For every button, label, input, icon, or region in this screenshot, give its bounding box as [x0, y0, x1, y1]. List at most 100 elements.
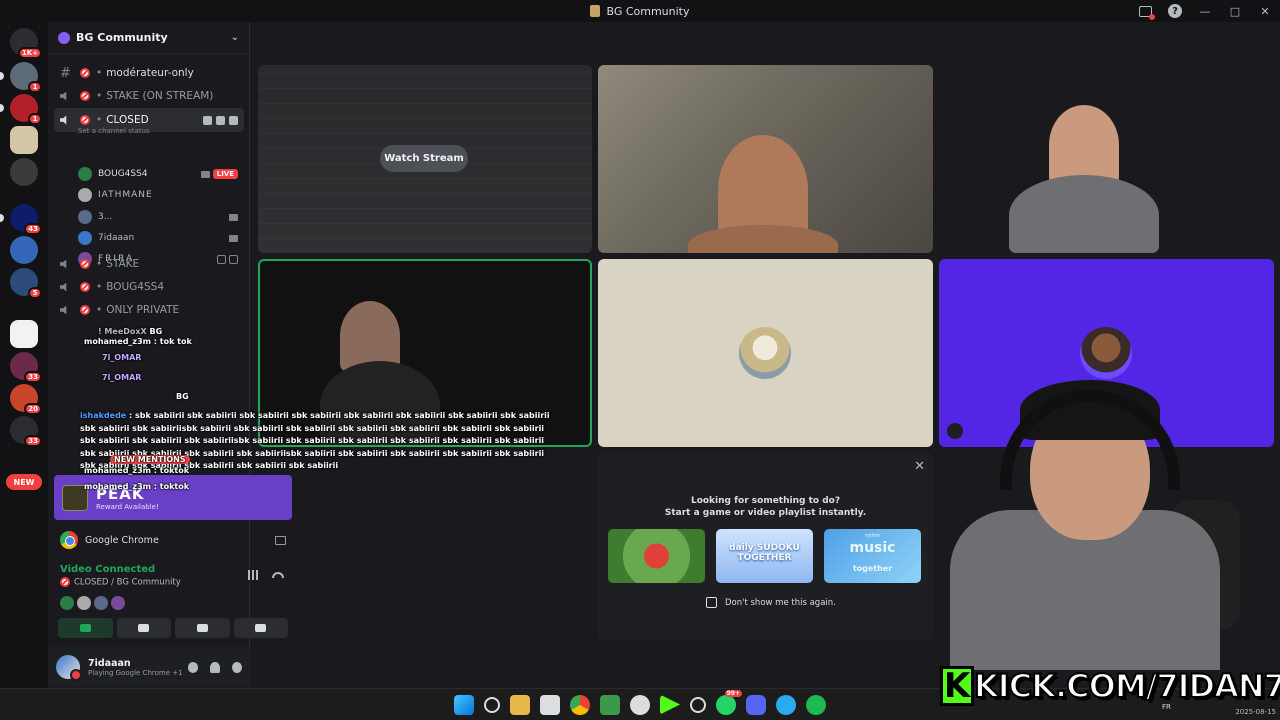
voice-user[interactable]: 7idaaan [78, 228, 244, 248]
store-icon[interactable] [540, 694, 560, 715]
activity-card-game[interactable] [608, 529, 705, 583]
minimize-button[interactable]: — [1190, 0, 1220, 22]
watch-stream-button[interactable]: Watch Stream [380, 145, 468, 172]
participant-video [340, 301, 400, 371]
voice-channel-icon [60, 91, 76, 101]
file-explorer-icon[interactable] [510, 694, 530, 715]
chrome-taskbar-icon[interactable] [570, 694, 590, 715]
activity-row[interactable]: Google Chrome [54, 527, 292, 553]
kick-taskbar-icon[interactable] [660, 694, 680, 715]
avatar [60, 596, 74, 610]
server-12[interactable]: 33 [10, 416, 42, 447]
app-icon[interactable] [600, 694, 620, 715]
search-icon[interactable] [484, 696, 500, 713]
dont-show-checkbox[interactable]: Don't show me this again. [706, 597, 836, 608]
screen-share-icon[interactable] [275, 535, 286, 545]
server-1[interactable]: 1 [0, 62, 42, 93]
chat-message: 7l_OMAR [102, 373, 141, 382]
clock-date[interactable]: 2025-08-15 [1235, 707, 1276, 717]
video-tile[interactable] [598, 65, 933, 253]
dot-separator: • [96, 304, 103, 316]
new-unreads-badge[interactable]: NEW [6, 474, 42, 490]
new-mentions-pill[interactable]: NEW MENTIONS [110, 455, 190, 464]
disconnect-icon[interactable] [272, 572, 284, 578]
gear-icon[interactable] [229, 115, 238, 125]
chat-message: mohamed_z3m : tok tok [84, 337, 192, 346]
avatar [739, 327, 791, 379]
video-tile[interactable] [939, 65, 1274, 253]
close-button[interactable]: ✕ [1250, 0, 1280, 22]
share-screen-button[interactable] [116, 618, 171, 638]
channel-name: STAKE [106, 258, 140, 270]
avatar [111, 596, 125, 610]
soundboard-button[interactable] [233, 618, 288, 638]
voice-controls [248, 570, 284, 580]
guild-header[interactable]: BG Community ⌄ [48, 22, 249, 54]
channel-stake-on-stream[interactable]: • STAKE (ON STREAM) [54, 86, 244, 106]
chat-user: ishakdede [80, 411, 127, 420]
whatsapp-icon[interactable]: 99+ [716, 689, 742, 715]
channel-moderateur[interactable]: # • modérateur-only [54, 63, 244, 83]
user-name: 3... [98, 212, 113, 222]
server-badge: 33 [24, 371, 42, 383]
chrome-icon [60, 531, 78, 549]
app-icon[interactable] [690, 696, 706, 713]
dot-separator: • [96, 258, 103, 270]
window-title: BG Community [590, 5, 690, 18]
close-icon[interactable]: ✕ [914, 459, 925, 474]
channel-tools [203, 115, 244, 125]
activities-button[interactable] [175, 618, 230, 638]
avatar[interactable] [56, 655, 82, 681]
server-7[interactable]: 5 [10, 268, 42, 299]
discord-taskbar-icon[interactable] [746, 694, 766, 715]
avatar-tile[interactable] [598, 259, 933, 447]
no-entry-icon [80, 305, 90, 315]
live-badge: LIVE [212, 169, 238, 179]
camera-icon [79, 624, 91, 632]
invite-icon[interactable] [216, 115, 225, 125]
channel-boug4ss4[interactable]: • BOUG4SS4 [54, 277, 244, 297]
server-10[interactable]: 33 [10, 352, 42, 383]
dot-separator: • [96, 90, 103, 102]
home-button[interactable]: 1K+ [10, 28, 42, 59]
activity-card-sudoku[interactable]: daily SUDOKU TOGETHER [716, 529, 813, 583]
activity-card-music[interactable]: rythm music together [824, 529, 921, 583]
voice-user[interactable]: IATHMANE [78, 185, 244, 205]
checkbox[interactable] [706, 597, 717, 608]
mic-icon[interactable] [188, 661, 198, 673]
server-6[interactable] [10, 236, 38, 264]
stream-tile[interactable]: Watch Stream [258, 65, 592, 253]
channel-stake[interactable]: • STAKE [54, 254, 244, 274]
server-2[interactable]: 1 [0, 94, 42, 125]
soundboard-icon [255, 624, 267, 632]
noise-suppression-icon[interactable] [248, 570, 260, 580]
server-4[interactable] [10, 158, 38, 186]
minimize-icon: — [1199, 4, 1211, 18]
channel-status[interactable]: Set a channel status [78, 127, 150, 135]
chevron-down-icon: ⌄ [230, 32, 239, 43]
headphones-icon[interactable] [210, 661, 220, 673]
channel-only-private[interactable]: • ONLY PRIVATE [54, 300, 244, 320]
camera-icon [229, 234, 238, 242]
app-icon[interactable] [630, 694, 650, 715]
help-button[interactable]: ? [1160, 0, 1190, 22]
server-bg-community[interactable] [10, 126, 38, 154]
voice-channel-icon [60, 115, 76, 125]
start-icon[interactable] [454, 694, 474, 715]
chat-icon[interactable] [203, 115, 212, 125]
server-11[interactable]: 20 [10, 384, 42, 415]
camera-button[interactable] [58, 618, 113, 638]
maximize-button[interactable]: □ [1220, 0, 1250, 22]
checkbox-label: Don't show me this again. [725, 597, 836, 608]
gear-icon[interactable] [232, 661, 242, 673]
camera-icon [229, 213, 238, 221]
voice-user[interactable]: 3... [78, 207, 244, 227]
no-entry-icon [60, 577, 70, 587]
voice-user[interactable]: BOUG4SS4 LIVE [78, 164, 244, 184]
inbox-icon [1138, 5, 1155, 20]
server-5[interactable]: 43 [0, 204, 42, 235]
inbox-button[interactable] [1130, 0, 1160, 22]
server-9[interactable] [10, 320, 38, 348]
spotify-icon[interactable] [806, 694, 826, 715]
telegram-icon[interactable] [776, 694, 796, 715]
